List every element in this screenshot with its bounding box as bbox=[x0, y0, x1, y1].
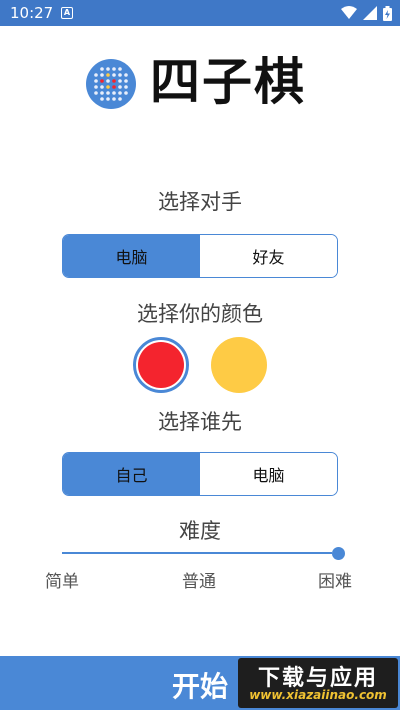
watermark-url: www.xiazaiinao.com bbox=[249, 688, 387, 702]
status-time: 10:27 bbox=[10, 4, 54, 22]
connect-four-board-icon bbox=[86, 59, 136, 109]
logo-dot bbox=[124, 85, 128, 89]
difficulty-label-easy: 简单 bbox=[45, 572, 79, 592]
logo-dot bbox=[112, 91, 116, 95]
logo-dot bbox=[106, 79, 110, 83]
logo-dot bbox=[112, 85, 116, 89]
logo-dot bbox=[94, 91, 98, 95]
first-move-option-computer[interactable]: 电脑 bbox=[200, 453, 337, 495]
logo-dot bbox=[118, 67, 122, 71]
notification-icon: A bbox=[61, 7, 73, 19]
logo-dot bbox=[100, 97, 104, 101]
logo-dot bbox=[94, 73, 98, 77]
battery-icon bbox=[383, 5, 392, 21]
logo-dot bbox=[100, 85, 104, 89]
logo-dot bbox=[100, 91, 104, 95]
app-title: 四子棋 bbox=[150, 53, 306, 111]
logo-dot bbox=[106, 67, 110, 71]
opponent-option-computer[interactable]: 电脑 bbox=[63, 235, 200, 277]
color-option-red[interactable] bbox=[133, 337, 189, 393]
signal-icon bbox=[363, 6, 377, 20]
wifi-icon bbox=[341, 6, 357, 19]
logo-dot bbox=[112, 97, 116, 101]
logo-dot bbox=[124, 73, 128, 77]
status-icons bbox=[341, 5, 392, 21]
first-move-selector: 自己 电脑 bbox=[62, 452, 338, 496]
watermark: 下载与应用 www.xiazaiinao.com bbox=[238, 658, 398, 708]
color-title: 选择你的颜色 bbox=[137, 302, 263, 326]
first-move-title: 选择谁先 bbox=[158, 410, 242, 434]
logo-dot bbox=[100, 67, 104, 71]
color-option-yellow[interactable] bbox=[211, 337, 267, 393]
logo-dot bbox=[118, 85, 122, 89]
logo-dot bbox=[100, 79, 104, 83]
logo-dot bbox=[112, 73, 116, 77]
logo-dot bbox=[106, 85, 110, 89]
logo-dot bbox=[112, 67, 116, 71]
status-bar: 10:27 A bbox=[0, 0, 400, 26]
opponent-selector: 电脑 好友 bbox=[62, 234, 338, 278]
logo-dot bbox=[118, 97, 122, 101]
red-disc bbox=[138, 342, 184, 388]
logo-dot bbox=[112, 79, 116, 83]
opponent-option-friend[interactable]: 好友 bbox=[200, 235, 337, 277]
difficulty-label-hard: 困难 bbox=[318, 572, 352, 592]
app-header: 四子棋 bbox=[0, 53, 400, 112]
logo-dot bbox=[94, 85, 98, 89]
slider-thumb[interactable] bbox=[332, 547, 345, 560]
difficulty-title: 难度 bbox=[179, 519, 221, 543]
logo-dot bbox=[94, 79, 98, 83]
logo-dot bbox=[118, 73, 122, 77]
logo-dot bbox=[106, 91, 110, 95]
slider-track bbox=[62, 552, 332, 554]
logo-dot bbox=[106, 73, 110, 77]
difficulty-label-normal: 普通 bbox=[182, 572, 216, 592]
color-selector bbox=[0, 337, 400, 393]
logo-dot bbox=[118, 79, 122, 83]
difficulty-slider[interactable] bbox=[62, 546, 345, 562]
logo-dot bbox=[100, 73, 104, 77]
first-move-option-self[interactable]: 自己 bbox=[63, 453, 200, 495]
logo-dot bbox=[124, 79, 128, 83]
logo-dot bbox=[118, 91, 122, 95]
logo-dot bbox=[124, 91, 128, 95]
logo-dot bbox=[106, 97, 110, 101]
opponent-title: 选择对手 bbox=[158, 190, 242, 214]
start-button-label: 开始 bbox=[172, 670, 229, 703]
